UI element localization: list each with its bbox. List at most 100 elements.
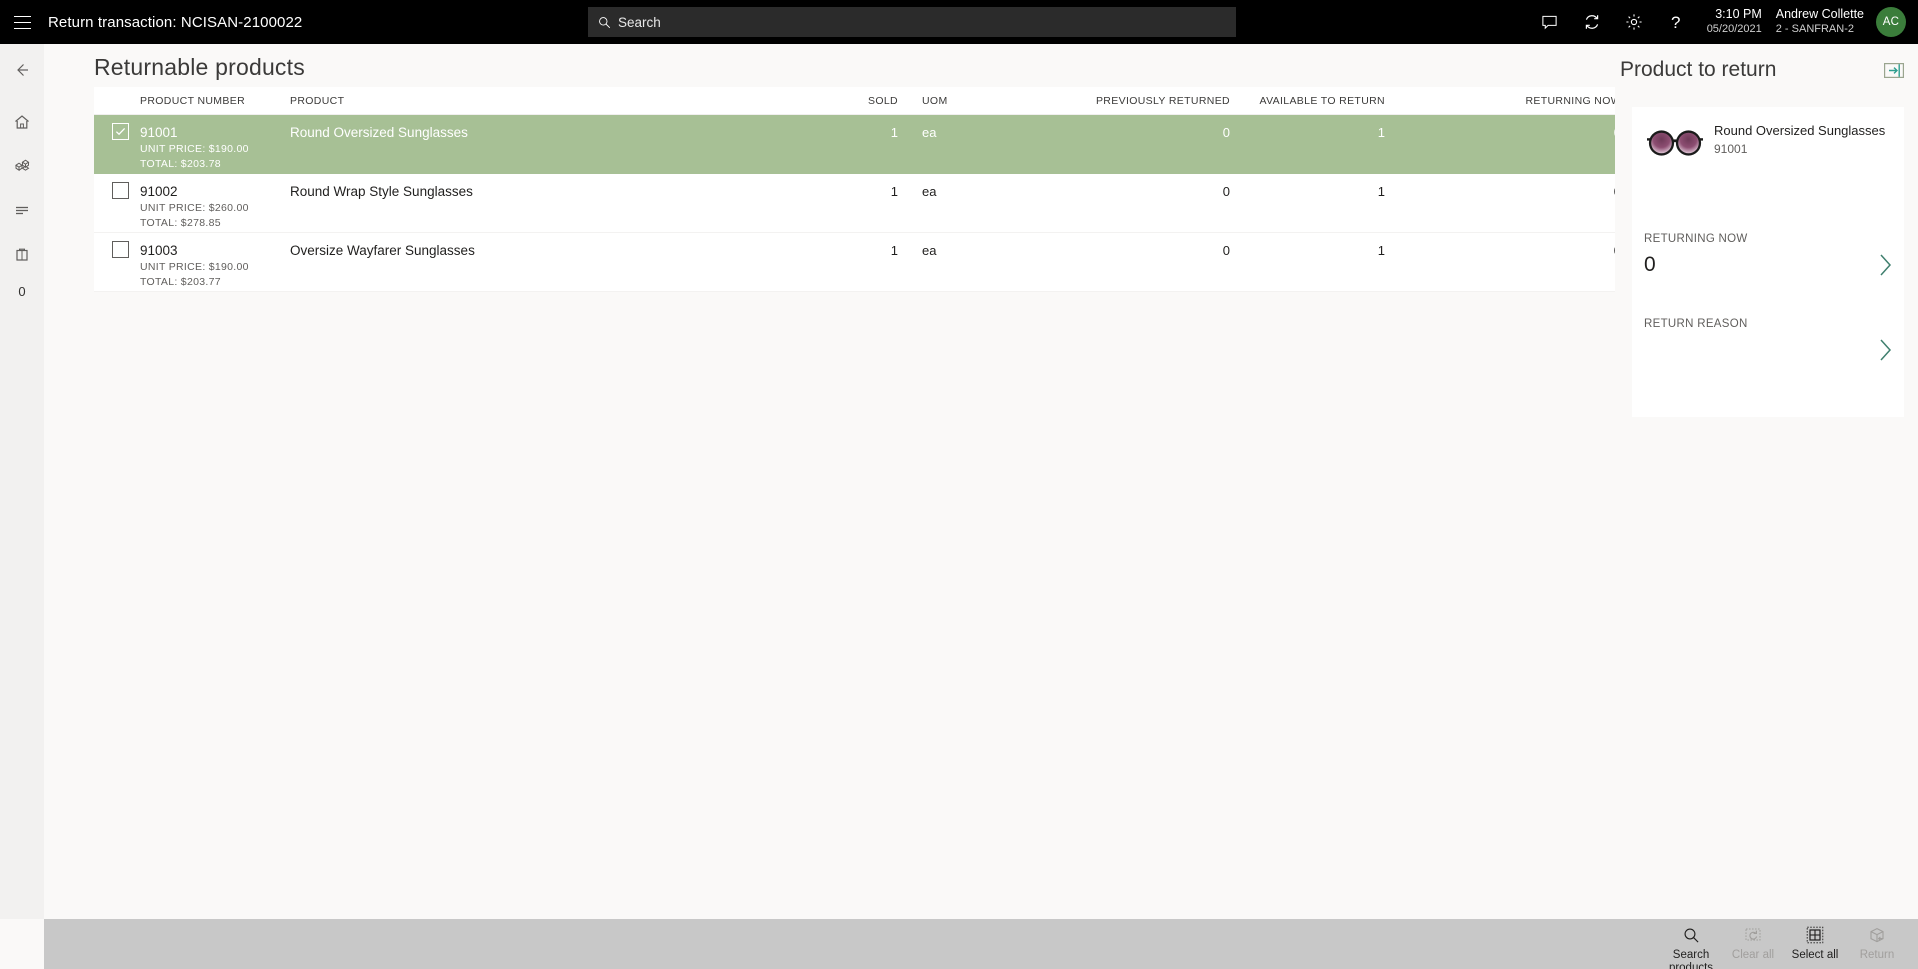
column-header-product-number[interactable]: PRODUCT NUMBER <box>140 95 290 107</box>
help-icon[interactable]: ? <box>1655 0 1697 44</box>
uom-cell: ea <box>922 243 937 258</box>
row-checkbox[interactable] <box>112 241 129 258</box>
returning-now-cell: 0 <box>1395 233 1639 260</box>
shopping-bag-icon <box>16 248 28 261</box>
column-header-uom[interactable]: UOM <box>910 95 1040 107</box>
sidebar-item-journal[interactable] <box>0 188 44 232</box>
expand-panel-icon[interactable] <box>1884 62 1904 78</box>
previously-returned-cell: 0 <box>1222 184 1230 199</box>
sold-cell: 1 <box>890 184 898 199</box>
product-name-cell: Round Wrap Style Sunglasses <box>290 184 473 199</box>
sync-icon[interactable] <box>1571 0 1613 44</box>
uom-cell: ea <box>922 125 937 140</box>
table-row[interactable]: 91003 UNIT PRICE: $190.00 TOTAL: $203.77… <box>94 233 1639 292</box>
search-icon <box>598 16 611 29</box>
product-meta: Round Oversized Sunglasses 91001 <box>1706 119 1885 167</box>
search-placeholder: Search <box>618 14 661 30</box>
clock-date: 05/20/2021 <box>1706 22 1762 35</box>
uom-cell: ea <box>922 184 937 199</box>
product-number-value: 91001 <box>140 125 178 140</box>
select-all-grid-icon <box>1806 925 1824 945</box>
returning-now-field[interactable]: RETURNING NOW 0 <box>1644 233 1894 285</box>
previously-returned-cell: 0 <box>1222 125 1230 140</box>
sidebar-item-cart[interactable] <box>0 232 44 276</box>
message-icon[interactable] <box>1529 0 1571 44</box>
product-name-cell: Round Oversized Sunglasses <box>290 125 468 140</box>
user-name: Andrew Collette <box>1775 7 1864 22</box>
back-button[interactable] <box>0 48 44 92</box>
list-lines-icon <box>16 206 28 215</box>
magnifier-icon <box>1683 925 1700 945</box>
product-number-cell: 91001 UNIT PRICE: $190.00 TOTAL: $203.78 <box>140 115 290 172</box>
unit-price-label: UNIT PRICE: $190.00 <box>140 261 249 273</box>
chevron-right-icon[interactable] <box>1876 337 1894 363</box>
app-root: Return transaction: NCISAN-2100022 Searc… <box>0 0 1918 969</box>
bottom-command-bar: Search products Clear all Select all Ret… <box>44 919 1918 969</box>
top-header: Return transaction: NCISAN-2100022 Searc… <box>0 0 1918 44</box>
total-label: TOTAL: $203.78 <box>140 158 221 170</box>
product-name-cell: Oversize Wayfarer Sunglasses <box>290 243 475 258</box>
hamburger-menu-icon[interactable] <box>0 0 44 44</box>
column-header-returning-now[interactable]: RETURNING NOW <box>1395 95 1639 107</box>
global-search-box[interactable]: Search <box>588 7 1236 37</box>
store-id: 2 - SANFRAN-2 <box>1775 22 1854 35</box>
product-number-value: 91002 <box>140 184 178 199</box>
available-to-return-cell: 1 <box>1377 243 1385 258</box>
cart-count-badge[interactable]: 0 <box>0 276 44 306</box>
row-checkbox-cell[interactable] <box>94 233 140 258</box>
sold-cell: 1 <box>890 125 898 140</box>
table-row[interactable]: 91001 UNIT PRICE: $190.00 TOTAL: $203.78… <box>94 115 1639 174</box>
sidebar-item-home[interactable] <box>0 100 44 144</box>
returning-now-label: RETURNING NOW <box>1644 233 1748 245</box>
search-products-button[interactable]: Search products <box>1660 919 1722 969</box>
sold-cell: 1 <box>890 243 898 258</box>
sidebar-item-products[interactable] <box>0 144 44 188</box>
clock-time: 3:10 PM <box>1715 7 1762 22</box>
panel-header: Product to return <box>1620 54 1918 86</box>
total-label: TOTAL: $203.77 <box>140 276 221 288</box>
home-icon <box>15 115 29 129</box>
return-reason-field[interactable]: RETURN REASON <box>1644 318 1894 370</box>
return-reason-label: RETURN REASON <box>1644 318 1748 330</box>
back-arrow-icon <box>17 64 28 76</box>
returnable-products-grid: PRODUCT NUMBER PRODUCT SOLD UOM PREVIOUS… <box>94 87 1639 292</box>
returning-now-value: 0 <box>1644 253 1656 276</box>
grid-header-row: PRODUCT NUMBER PRODUCT SOLD UOM PREVIOUS… <box>94 87 1639 115</box>
returning-now-cell: 0 <box>1395 115 1639 142</box>
clear-all-icon <box>1744 925 1762 945</box>
products-cube-icon <box>14 159 29 171</box>
table-row[interactable]: 91002 UNIT PRICE: $260.00 TOTAL: $278.85… <box>94 174 1639 233</box>
row-checkbox[interactable] <box>112 182 129 199</box>
column-header-product[interactable]: PRODUCT <box>290 95 800 107</box>
row-checkbox-cell[interactable] <box>94 115 140 140</box>
return-button[interactable]: Return <box>1846 919 1908 969</box>
returning-now-cell: 0 <box>1395 174 1639 201</box>
column-header-sold[interactable]: SOLD <box>800 95 910 107</box>
total-label: TOTAL: $278.85 <box>140 217 221 229</box>
chevron-right-icon[interactable] <box>1876 252 1894 278</box>
avatar[interactable]: AC <box>1876 7 1906 37</box>
product-number-value: 91003 <box>140 243 178 258</box>
available-to-return-cell: 1 <box>1377 184 1385 199</box>
panel-product-number: 91001 <box>1714 142 1748 156</box>
product-to-return-panel: Product to return Round Oversized Sungla… <box>1615 44 1918 919</box>
unit-price-label: UNIT PRICE: $260.00 <box>140 202 249 214</box>
user-info-block[interactable]: 3:10 PM 05/20/2021 Andrew Collette 2 - S… <box>1707 7 1864 36</box>
return-details-card: Round Oversized Sunglasses 91001 RETURNI… <box>1632 107 1904 417</box>
row-checkbox[interactable] <box>112 123 129 140</box>
header-right-cluster: ? 3:10 PM 05/20/2021 Andrew Collette 2 -… <box>1529 0 1918 44</box>
available-to-return-cell: 1 <box>1377 125 1385 140</box>
settings-gear-icon[interactable] <box>1613 0 1655 44</box>
column-header-available-to-return[interactable]: AVAILABLE TO RETURN <box>1240 95 1395 107</box>
unit-price-label: UNIT PRICE: $190.00 <box>140 143 249 155</box>
search-products-label: Search products <box>1668 949 1714 969</box>
row-checkbox-cell[interactable] <box>94 174 140 199</box>
column-header-previously-returned[interactable]: PREVIOUSLY RETURNED <box>1040 95 1240 107</box>
select-all-button[interactable]: Select all <box>1784 919 1846 969</box>
checkmark-icon <box>115 127 126 136</box>
clear-all-button[interactable]: Clear all <box>1722 919 1784 969</box>
panel-title: Product to return <box>1620 58 1777 81</box>
select-all-label: Select all <box>1791 949 1839 961</box>
clear-all-label: Clear all <box>1731 949 1775 961</box>
left-navigation-rail: 0 <box>0 44 44 919</box>
